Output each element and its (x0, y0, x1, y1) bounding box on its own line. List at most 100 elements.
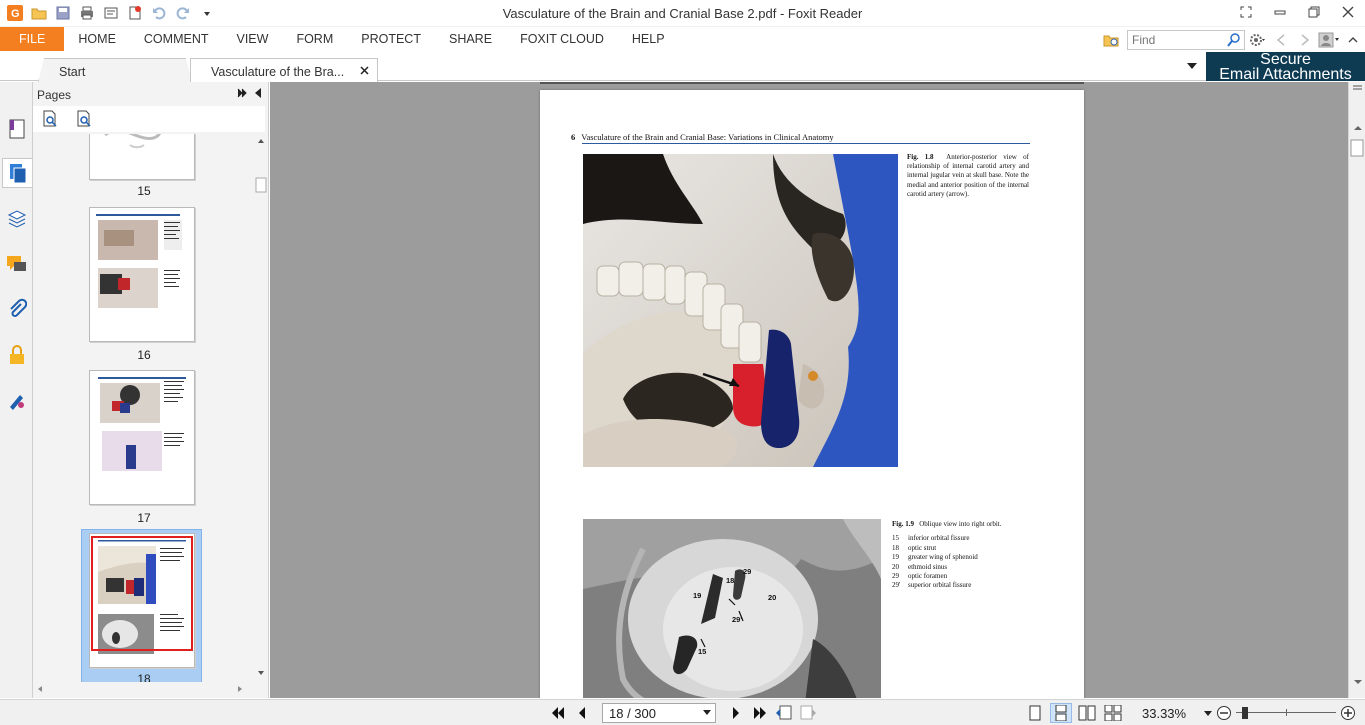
open-folder-icon[interactable] (30, 4, 48, 22)
thumbnail-list: 15 16 17 18 (33, 134, 255, 682)
new-document-icon[interactable] (126, 4, 144, 22)
tab-start[interactable]: Start (38, 58, 192, 82)
close-window-button[interactable] (1331, 0, 1365, 24)
print-icon[interactable] (78, 4, 96, 22)
page-number-field[interactable]: 18 / 300 (602, 703, 716, 723)
zoom-out-icon[interactable] (1216, 705, 1232, 721)
folder-search-icon[interactable] (1099, 29, 1123, 51)
tab-help[interactable]: HELP (618, 27, 679, 51)
tab-active-document[interactable]: Vasculature of the Bra... (190, 58, 378, 82)
save-icon[interactable] (54, 4, 72, 22)
thumbnail-page-number: 16 (137, 348, 151, 362)
previous-view-icon[interactable] (774, 703, 794, 723)
undo-icon[interactable] (150, 4, 168, 22)
page-thumbnail[interactable] (89, 370, 195, 505)
signatures-icon[interactable] (2, 385, 32, 415)
zoom-dropdown-icon[interactable] (1204, 708, 1212, 718)
legend-number: 18 (892, 543, 899, 552)
zoom-out-thumbnail-icon[interactable] (75, 110, 93, 128)
tab-foxit-cloud[interactable]: FOXIT CLOUD (506, 27, 618, 51)
status-bar: 18 / 300 33.33% (0, 699, 1365, 725)
figure-1-9-text: Oblique view into right orbit. (919, 520, 1002, 528)
tab-share[interactable]: SHARE (435, 27, 506, 51)
next-view-icon[interactable] (798, 703, 818, 723)
previous-page-button[interactable] (572, 703, 592, 723)
bookmarks-icon[interactable] (2, 114, 32, 144)
visible-area-frame[interactable] (91, 536, 193, 651)
thumbnail-horizontal-scrollbar[interactable] (33, 682, 255, 696)
settings-gear-icon[interactable] (1245, 29, 1269, 51)
page-thumbnail-selected[interactable] (89, 533, 195, 668)
find-input[interactable] (1128, 30, 1224, 49)
window-controls (1229, 0, 1365, 24)
page-number-value: 18 / 300 (609, 706, 656, 721)
zoom-level[interactable]: 33.33% (1142, 706, 1186, 721)
tab-list-dropdown-icon[interactable] (1187, 62, 1197, 70)
security-lock-icon[interactable] (2, 340, 32, 370)
thumbnail-scrollbar[interactable] (255, 134, 267, 682)
page-thumbnail[interactable] (89, 207, 195, 342)
tab-protect[interactable]: PROTECT (347, 27, 435, 51)
minimize-button[interactable] (1263, 0, 1297, 24)
secure-email-ad[interactable]: Secure Email Attachments (1206, 51, 1365, 83)
title-bar: G Vasculature of the Brain and Cranial B… (0, 0, 1365, 27)
figure-1-8-image (583, 154, 898, 467)
first-page-button[interactable] (548, 703, 568, 723)
ad-line-2: Email Attachments (1219, 66, 1352, 83)
figure-1-9-image: 19 18 29 20 29' 15 (583, 519, 881, 698)
orbit-label: 29 (743, 567, 752, 576)
fullscreen-icon[interactable] (1229, 0, 1263, 24)
tab-active-label: Vasculature of the Bra... (211, 65, 345, 79)
user-account-icon[interactable] (1317, 29, 1341, 51)
zoom-slider[interactable] (1236, 703, 1336, 723)
zoom-in-thumbnail-icon[interactable] (41, 110, 59, 128)
page-thumbnail[interactable] (89, 134, 195, 180)
zoom-slider-knob[interactable] (1242, 707, 1248, 719)
restore-button[interactable] (1297, 0, 1331, 24)
last-page-button[interactable] (750, 703, 770, 723)
attachments-icon[interactable] (2, 294, 32, 324)
redo-icon[interactable] (174, 4, 192, 22)
find-box (1127, 29, 1245, 50)
next-arrow-icon[interactable] (1293, 29, 1317, 51)
tab-home[interactable]: HOME (64, 27, 130, 51)
facing-view-icon[interactable] (1076, 703, 1098, 723)
ribbon: FILE HOME COMMENT VIEW FORM PROTECT SHAR… (0, 27, 1365, 52)
legend-number: 15 (892, 534, 899, 543)
close-tab-icon[interactable] (360, 66, 369, 75)
next-page-button[interactable] (726, 703, 746, 723)
pages-panel: Pages 15 16 17 18 (33, 82, 269, 698)
document-scrollbar[interactable] (1348, 82, 1365, 698)
search-icon[interactable] (1227, 32, 1241, 47)
tab-form[interactable]: FORM (282, 27, 347, 51)
continuous-facing-view-icon[interactable] (1102, 703, 1124, 723)
legend-text: optic foramen (908, 572, 948, 581)
foxit-logo-icon[interactable]: G (6, 4, 24, 22)
tab-view[interactable]: VIEW (222, 27, 282, 51)
legend-number: 29' (892, 581, 901, 590)
ad-line-1: Secure (1260, 51, 1311, 68)
tab-comment[interactable]: COMMENT (130, 27, 223, 51)
figure-1-9-caption: Fig. 1.9 Oblique view into right orbit. … (892, 520, 1052, 591)
properties-icon[interactable] (102, 4, 120, 22)
document-view[interactable]: 6 Vasculature of the Brain and Cranial Ba… (270, 82, 1348, 698)
foxit-reader-window: G Vasculature of the Brain and Cranial B… (0, 0, 1365, 725)
tab-file[interactable]: FILE (0, 27, 65, 51)
collapse-panel-icon[interactable] (254, 88, 262, 98)
page-navigation: 18 / 300 (548, 703, 818, 723)
previous-arrow-icon[interactable] (1269, 29, 1293, 51)
thumbnail-page-number: 17 (137, 511, 151, 525)
customize-toolbar-dropdown-icon[interactable] (198, 4, 216, 22)
legend-item: 18 optic strut (892, 544, 1052, 553)
zoom-in-icon[interactable] (1340, 705, 1356, 721)
continuous-view-icon[interactable] (1050, 703, 1072, 723)
collapse-ribbon-icon[interactable] (1341, 29, 1365, 51)
legend-text: ethmoid sinus (908, 562, 948, 571)
legend-text: optic strut (908, 543, 937, 552)
layers-icon[interactable] (2, 204, 32, 234)
single-page-view-icon[interactable] (1024, 703, 1046, 723)
comments-icon[interactable] (2, 249, 32, 279)
expand-panel-icon[interactable] (237, 88, 247, 98)
figure-1-8-label: Fig. 1.8 (907, 153, 934, 161)
pages-panel-icon[interactable] (2, 158, 32, 188)
